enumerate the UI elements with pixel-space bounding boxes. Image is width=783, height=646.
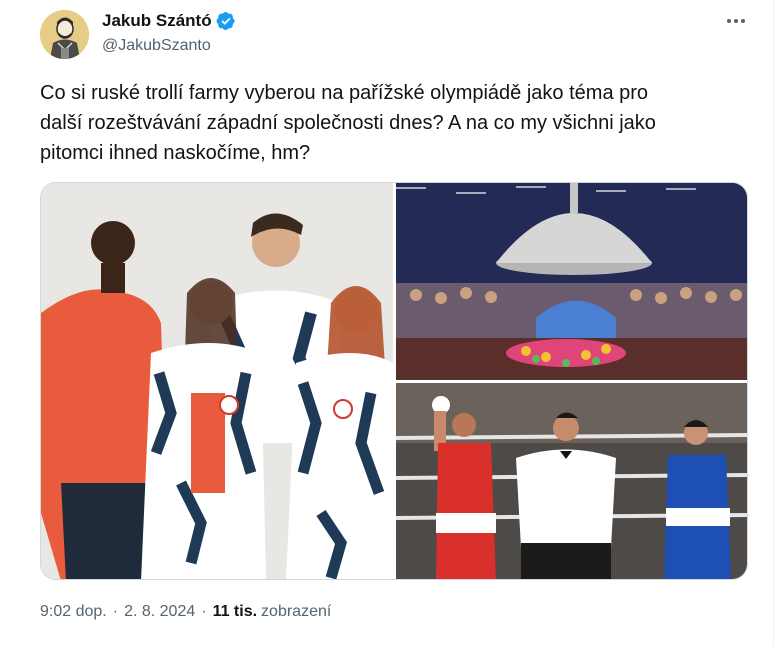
tweet-card: Jakub Szántó @JakubSzanto Co si ruské tr… (0, 0, 783, 646)
team-uniforms-photo[interactable] (41, 183, 393, 579)
views-label: zobrazení (261, 603, 332, 620)
more-options-button[interactable] (722, 10, 750, 32)
media-grid (40, 182, 748, 580)
views-count: 11 tis. (212, 603, 258, 620)
more-dot-icon (741, 19, 745, 23)
tweet-time[interactable]: 9:02 dop. (40, 603, 107, 621)
dot-separator: · (112, 603, 119, 620)
author-display-name[interactable]: Jakub Szántó (102, 11, 212, 31)
opening-ceremony-photo[interactable] (396, 183, 747, 380)
verified-badge-icon (216, 12, 235, 30)
card-edge (773, 0, 783, 646)
tweet-date[interactable]: 2. 8. 2024 (124, 603, 195, 621)
more-dot-icon (734, 19, 738, 23)
author-handle[interactable]: @JakubSzanto (102, 37, 211, 55)
tweet-text: Co si ruské trollí farmy vyberou na paří… (40, 82, 656, 164)
dot-separator: · (201, 603, 207, 620)
tweet-metadata: 9:02 dop. · 2. 8. 2024 · 11 tis. zobraze… (40, 603, 331, 621)
avatar-illustration-icon (40, 10, 89, 59)
avatar[interactable] (40, 10, 89, 59)
boxing-match-photo[interactable] (396, 383, 747, 579)
more-dot-icon (727, 19, 731, 23)
